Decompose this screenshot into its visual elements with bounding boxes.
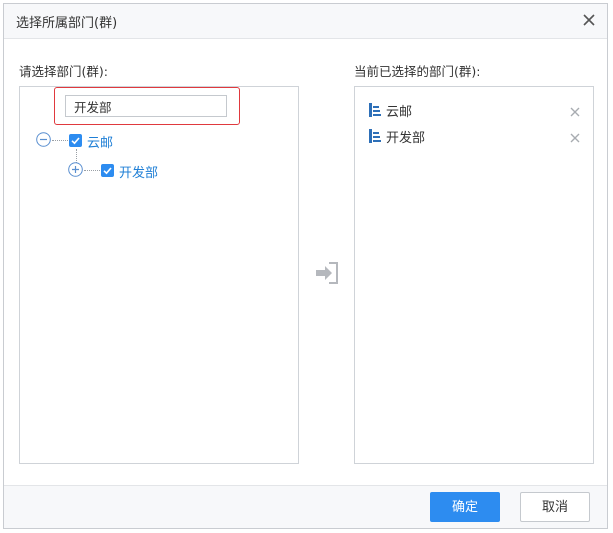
selected-item-label: 云邮: [386, 105, 413, 120]
checkbox-checked-icon: [69, 134, 82, 147]
search-highlight: [54, 87, 240, 125]
collapse-toggle[interactable]: [36, 132, 51, 147]
tree-node-label[interactable]: 开发部: [119, 162, 158, 181]
tree-checkbox[interactable]: [69, 134, 82, 147]
minus-circle-icon: [36, 132, 51, 147]
tree-checkbox[interactable]: [101, 164, 114, 177]
close-icon: [583, 14, 595, 26]
department-tree-icon: [369, 103, 381, 117]
confirm-button[interactable]: 确定: [430, 492, 500, 522]
add-to-selected-button[interactable]: [314, 260, 340, 286]
department-tree-panel: 云邮 开发部: [19, 86, 299, 464]
dialog-title: 选择所属部门(群): [16, 16, 118, 31]
department-search-input[interactable]: [65, 95, 227, 117]
plus-circle-icon: [68, 162, 83, 177]
right-panel-label: 当前已选择的部门(群):: [354, 64, 481, 79]
select-department-dialog: 选择所属部门(群) 请选择部门(群): 云邮: [3, 3, 608, 529]
arrow-move-right-icon: [316, 262, 338, 284]
tree-node-label[interactable]: 云邮: [87, 132, 113, 151]
tree-connector: [84, 170, 100, 171]
selected-departments-panel: 云邮 开发部: [354, 86, 594, 464]
remove-x-icon[interactable]: [570, 133, 580, 143]
selected-item-label: 开发部: [386, 131, 426, 146]
department-tree-icon: [369, 129, 381, 143]
left-panel-label: 请选择部门(群):: [19, 64, 108, 79]
dialog-titlebar: 选择所属部门(群): [4, 4, 607, 39]
remove-x-icon[interactable]: [570, 107, 580, 117]
expand-toggle[interactable]: [68, 162, 83, 177]
dialog-footer: 确定 取消: [4, 485, 607, 528]
close-button[interactable]: [581, 12, 597, 28]
tree-connector: [52, 140, 68, 141]
cancel-button[interactable]: 取消: [520, 492, 590, 522]
checkbox-checked-icon: [101, 164, 114, 177]
